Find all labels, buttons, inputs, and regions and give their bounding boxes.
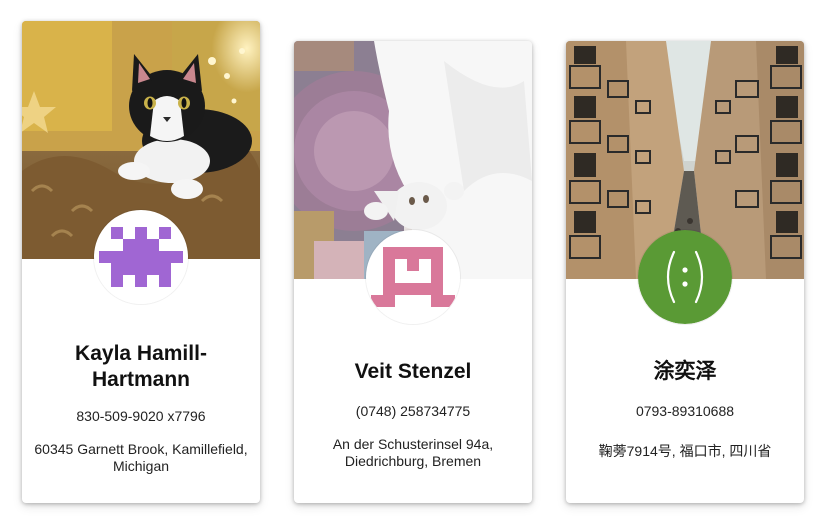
contact-phone[interactable]: (0748) 258734775	[300, 403, 526, 419]
contact-card-kayla[interactable]: Kayla Hamill-Hartmann 830-509-9020 x7796…	[22, 21, 260, 503]
avatar	[638, 230, 732, 324]
contact-card-veit[interactable]: Veit Stenzel (0748) 258734775 An der Sch…	[294, 41, 532, 503]
contact-address: 鞠蒡7914号, 福口市, 四川省	[598, 443, 772, 459]
contact-name: Veit Stenzel	[354, 360, 472, 383]
contact-name: 涂奕泽	[653, 360, 717, 383]
avatar	[94, 210, 188, 304]
contact-address: 60345 Garnett Brook, Kamillefield, Michi…	[34, 441, 248, 474]
contact-phone[interactable]: 0793-89310688	[572, 403, 798, 419]
contact-phone[interactable]: 830-509-9020 x7796	[28, 408, 254, 424]
contact-address: An der Schusterinsel 94a, Diedrichburg, …	[332, 436, 494, 469]
avatar	[366, 230, 460, 324]
contact-card-tu[interactable]: 涂奕泽 0793-89310688 鞠蒡7914号, 福口市, 四川省	[566, 41, 804, 503]
contact-name: Kayla Hamill-Hartmann	[75, 342, 207, 391]
identicon-icon	[99, 227, 183, 287]
